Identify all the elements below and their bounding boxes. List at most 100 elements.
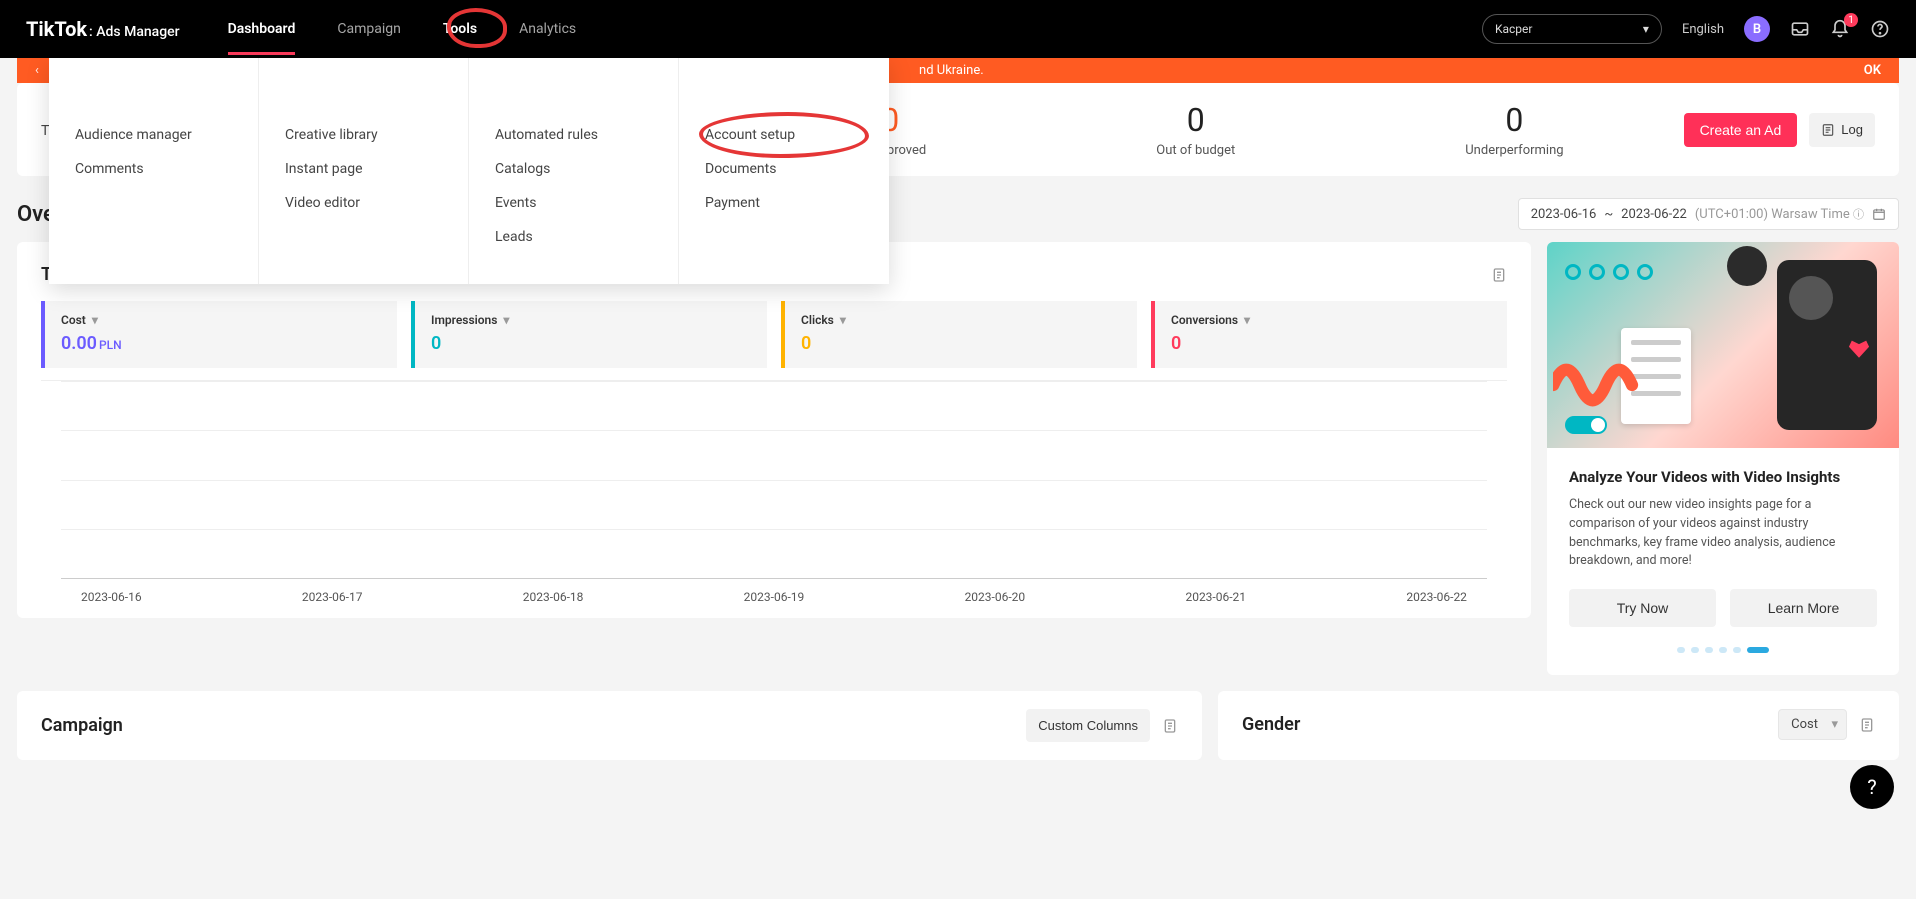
log-icon xyxy=(1821,123,1835,137)
promo-try-button[interactable]: Try Now xyxy=(1569,589,1716,627)
menu-catalogs[interactable]: Catalogs xyxy=(495,152,652,186)
kpi-value: 0 xyxy=(431,333,751,354)
avatar[interactable]: B xyxy=(1744,16,1770,42)
nav-dashboard[interactable]: Dashboard xyxy=(228,15,296,43)
mega-col-creative: Creative Creative library Instant page V… xyxy=(259,58,469,284)
menu-events[interactable]: Events xyxy=(495,186,652,220)
metric-out-of-budget[interactable]: 0 Out of budget xyxy=(1156,101,1235,158)
menu-documents[interactable]: Documents xyxy=(705,152,863,186)
campaign-card: Campaign Custom Columns xyxy=(17,691,1202,760)
brand-name: TikTok xyxy=(26,17,87,41)
nav-tools[interactable]: Tools xyxy=(443,15,477,43)
chevron-left-icon[interactable]: ‹ xyxy=(35,63,39,78)
create-ad-button[interactable]: Create an Ad xyxy=(1684,113,1798,147)
help-icon[interactable] xyxy=(1870,19,1890,39)
status-actions: Create an Ad Log xyxy=(1684,113,1875,147)
kpi-value: 0 xyxy=(1171,333,1491,354)
lower-row: Campaign Custom Columns Gender Cost xyxy=(17,691,1899,760)
chevron-down-icon: ▾ xyxy=(1244,313,1250,327)
date-sep: ~ xyxy=(1604,207,1613,222)
promo-pagination[interactable] xyxy=(1569,647,1877,653)
metric-underperforming[interactable]: 0 Underperforming xyxy=(1465,101,1563,158)
bell-icon[interactable]: 1 xyxy=(1830,19,1850,39)
promo-card: Analyze Your Videos with Video Insights … xyxy=(1547,242,1899,675)
gender-card: Gender Cost xyxy=(1218,691,1899,760)
menu-creative-library[interactable]: Creative library xyxy=(285,118,442,152)
top-right: Kacper ▾ English B 1 xyxy=(1482,14,1890,44)
menu-automated-rules[interactable]: Automated rules xyxy=(495,118,652,152)
trends-chart: 2023-06-16 2023-06-17 2023-06-18 2023-06… xyxy=(41,380,1507,608)
nav-campaign[interactable]: Campaign xyxy=(337,15,400,43)
export-icon[interactable] xyxy=(1162,718,1178,734)
toggle-icon xyxy=(1565,416,1607,434)
date-from: 2023-06-16 xyxy=(1531,207,1597,222)
alert-ok-button[interactable]: OK xyxy=(1864,63,1881,78)
account-name: Kacper xyxy=(1495,22,1533,36)
promo-body-text: Check out our new video insights page fo… xyxy=(1569,496,1877,571)
log-button[interactable]: Log xyxy=(1809,113,1875,147)
mega-col-audience: Audience Audience manager Comments xyxy=(49,58,259,284)
kpi-label: Cost xyxy=(61,313,86,327)
promo-illustration xyxy=(1547,242,1899,448)
kpi-cost[interactable]: Cost▾ 0.00PLN xyxy=(41,301,397,368)
kpi-value: 0.00 xyxy=(61,333,97,354)
kpi-label: Conversions xyxy=(1171,313,1238,327)
menu-payment[interactable]: Payment xyxy=(705,186,863,220)
chart-x-labels: 2023-06-16 2023-06-17 2023-06-18 2023-06… xyxy=(81,590,1467,604)
x-tick: 2023-06-19 xyxy=(744,590,805,604)
kpi-label: Impressions xyxy=(431,313,497,327)
x-tick: 2023-06-22 xyxy=(1406,590,1467,604)
kpi-value: 0 xyxy=(801,333,1121,354)
x-tick: 2023-06-20 xyxy=(965,590,1026,604)
date-to: 2023-06-22 xyxy=(1621,207,1687,222)
menu-comments[interactable]: Comments xyxy=(75,152,232,186)
inbox-icon[interactable] xyxy=(1790,19,1810,39)
mega-col-settings: Settings Account setup Documents Payment xyxy=(679,58,889,284)
gender-title: Gender xyxy=(1242,714,1300,735)
mega-heading-audience: Audience xyxy=(75,82,232,100)
chevron-down-icon: ▾ xyxy=(840,313,846,327)
account-switcher[interactable]: Kacper ▾ xyxy=(1482,14,1662,44)
metric-value: 0 xyxy=(1465,101,1563,139)
help-fab[interactable]: ? xyxy=(1850,765,1894,809)
notification-badge: 1 xyxy=(1844,13,1858,27)
gender-metric-select[interactable]: Cost xyxy=(1778,709,1847,740)
mega-heading-settings: Settings xyxy=(705,82,863,100)
kpi-label: Clicks xyxy=(801,313,834,327)
chevron-down-icon: ▾ xyxy=(92,313,98,327)
kpi-conversions[interactable]: Conversions ▾ 0 xyxy=(1151,301,1507,368)
brand-logo[interactable]: TikTok : Ads Manager xyxy=(26,17,180,41)
menu-account-setup[interactable]: Account setup xyxy=(705,118,863,152)
x-tick: 2023-06-21 xyxy=(1185,590,1246,604)
metric-value: 0 xyxy=(1156,101,1235,139)
x-tick: 2023-06-17 xyxy=(302,590,363,604)
chevron-down-icon: ▾ xyxy=(503,313,509,327)
language-selector[interactable]: English xyxy=(1682,22,1724,37)
menu-instant-page[interactable]: Instant page xyxy=(285,152,442,186)
menu-audience-manager[interactable]: Audience manager xyxy=(75,118,232,152)
log-label: Log xyxy=(1841,122,1863,137)
campaign-title: Campaign xyxy=(41,715,123,736)
menu-video-editor[interactable]: Video editor xyxy=(285,186,442,220)
mega-heading-management: Management xyxy=(495,82,652,100)
kpi-impressions[interactable]: Impressions ▾ 0 xyxy=(411,301,767,368)
mega-heading-creative: Creative xyxy=(285,82,442,100)
promo-title: Analyze Your Videos with Video Insights xyxy=(1569,468,1877,486)
nav-analytics[interactable]: Analytics xyxy=(519,15,576,43)
x-tick: 2023-06-18 xyxy=(523,590,584,604)
promo-learn-button[interactable]: Learn More xyxy=(1730,589,1877,627)
export-icon[interactable] xyxy=(1491,267,1507,283)
calendar-icon xyxy=(1872,207,1886,221)
date-range-picker[interactable]: 2023-06-16 ~ 2023-06-22 (UTC+01:00) Wars… xyxy=(1518,198,1899,230)
mega-col-management: Management Automated rules Catalogs Even… xyxy=(469,58,679,284)
x-tick: 2023-06-16 xyxy=(81,590,142,604)
kpi-row: Cost▾ 0.00PLN Impressions▾ 0 Clicks▾ 0 C… xyxy=(41,301,1507,368)
export-icon[interactable] xyxy=(1859,717,1875,733)
brand-sub: : Ads Manager xyxy=(89,24,180,40)
menu-leads[interactable]: Leads xyxy=(495,220,652,254)
kpi-clicks[interactable]: Clicks ▾ 0 xyxy=(781,301,1137,368)
metric-label: Out of budget xyxy=(1156,143,1235,158)
custom-columns-button[interactable]: Custom Columns xyxy=(1026,709,1150,742)
top-bar: TikTok : Ads Manager Dashboard Campaign … xyxy=(0,0,1916,58)
timezone-label: (UTC+01:00) Warsaw Time ⓘ xyxy=(1695,206,1864,222)
